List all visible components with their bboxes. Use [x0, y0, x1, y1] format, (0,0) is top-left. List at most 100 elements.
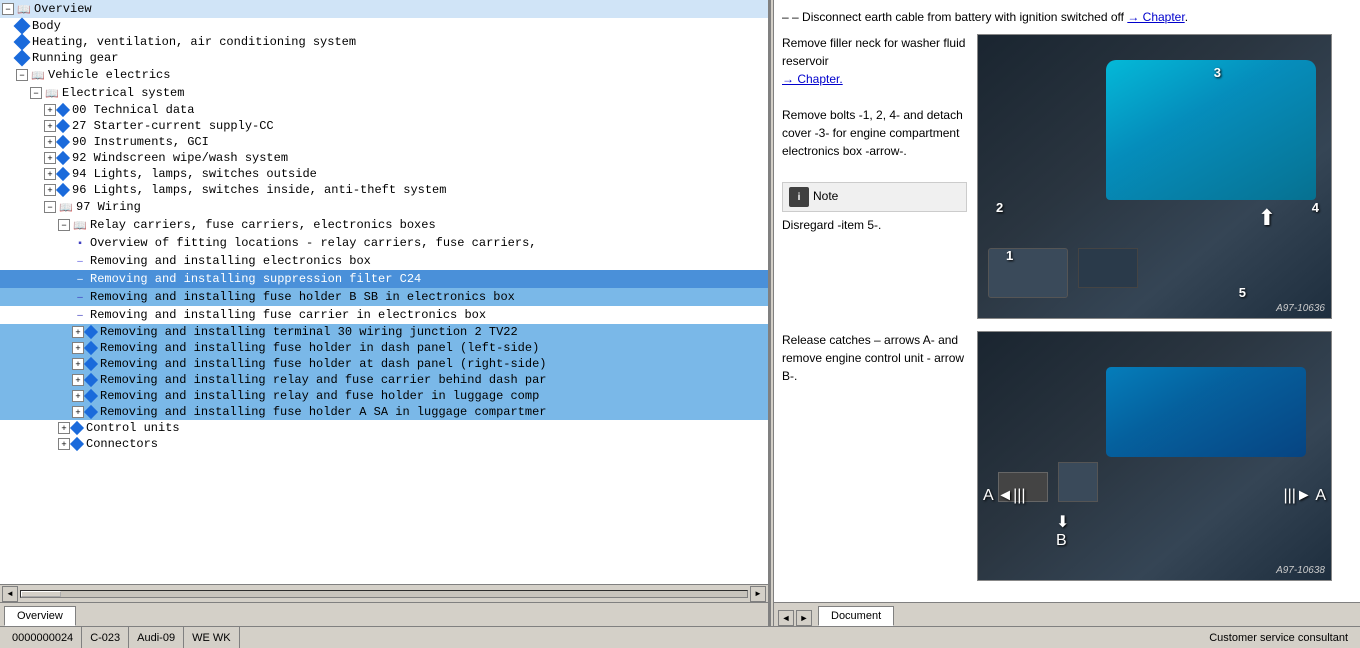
item-text: Vehicle electrics	[48, 68, 170, 82]
book-icon-overview: 📖	[16, 1, 32, 17]
tree-item-relay-luggage[interactable]: + Removing and installing relay and fuse…	[0, 388, 768, 404]
diamond-fuse-a-sa	[84, 405, 98, 419]
chapter-link-2[interactable]: → Chapter.	[782, 72, 843, 86]
label-1: 1	[1006, 248, 1013, 263]
tree-item-relay[interactable]: − 📖 Relay carriers, fuse carriers, elect…	[0, 216, 768, 234]
tree-item-97[interactable]: − 📖 97 Wiring	[0, 198, 768, 216]
tree-item-control-units[interactable]: + Control units	[0, 420, 768, 436]
tree-item-fuse-dash-left[interactable]: + Removing and installing fuse holder in…	[0, 340, 768, 356]
expand-27[interactable]: +	[44, 120, 56, 132]
item-text: Removing and installing fuse holder A SA…	[100, 405, 546, 419]
expand-fuse-a-sa[interactable]: +	[72, 406, 84, 418]
diamond-icon-27	[56, 119, 70, 133]
diamond-icon-hvac	[14, 34, 31, 51]
tree-item-96[interactable]: + 96 Lights, lamps, switches inside, ant…	[0, 182, 768, 198]
expand-relay-luggage[interactable]: +	[72, 390, 84, 402]
nav-prev-btn[interactable]: ◄	[778, 610, 794, 626]
page-icon-2: –	[72, 253, 88, 269]
filler-neck-text: Remove filler neck for washer fluid rese…	[782, 34, 967, 70]
tree-item-fuse-dash-right[interactable]: + Removing and installing fuse holder at…	[0, 356, 768, 372]
left-bottom-scrollbar[interactable]: ◄ ►	[0, 584, 768, 602]
tree-item-relay-dash[interactable]: + Removing and installing relay and fuse…	[0, 372, 768, 388]
tree-item-overview[interactable]: − 📖 Overview	[0, 0, 768, 18]
status-segment-audi: Audi-09	[129, 627, 184, 648]
expand-elec-sys[interactable]: −	[30, 87, 42, 99]
left-panel: − 📖 Overview Body Heating, ventilation, …	[0, 0, 770, 626]
diamond-icon-90	[56, 135, 70, 149]
disregard-text: Disregard -item 5-.	[782, 216, 967, 234]
item-text: 96 Lights, lamps, switches inside, anti-…	[72, 183, 446, 197]
tree-item-running[interactable]: Running gear	[0, 50, 768, 66]
content-area: − 📖 Overview Body Heating, ventilation, …	[0, 0, 1360, 626]
tree-item-elec-box[interactable]: – Removing and installing electronics bo…	[0, 252, 768, 270]
expand-fuse-dash-left[interactable]: +	[72, 342, 84, 354]
tree-item-body[interactable]: Body	[0, 18, 768, 34]
tree-item-fuse-carrier[interactable]: – Removing and installing fuse carrier i…	[0, 306, 768, 324]
tab-overview-label: Overview	[17, 610, 63, 622]
expand-96[interactable]: +	[44, 184, 56, 196]
tree-item-92[interactable]: + 92 Windscreen wipe/wash system	[0, 150, 768, 166]
expand-fuse-dash-right[interactable]: +	[72, 358, 84, 370]
tree-item-overview-fitting[interactable]: ▪ Overview of fitting locations - relay …	[0, 234, 768, 252]
book-icon-relay: 📖	[72, 217, 88, 233]
chapter-link-1[interactable]: → Chapter	[1127, 10, 1184, 24]
item-text: Running gear	[32, 51, 118, 65]
tree-item-27[interactable]: + 27 Starter-current supply-CC	[0, 118, 768, 134]
nav-next-btn[interactable]: ►	[796, 610, 812, 626]
diamond-icon-00	[56, 103, 70, 117]
tree-content[interactable]: − 📖 Overview Body Heating, ventilation, …	[0, 0, 768, 584]
car-image-2-container: A ◄||| |||► A ⬇B A97-10638	[977, 331, 1352, 581]
item-text: Removing and installing relay and fuse h…	[100, 389, 539, 403]
arrow-a-left: A ◄|||	[983, 487, 1026, 505]
item-text: Overview of fitting locations - relay ca…	[90, 236, 536, 250]
expand-relay-dash[interactable]: +	[72, 374, 84, 386]
expand-terminal30[interactable]: +	[72, 326, 84, 338]
item-text: 90 Instruments, GCI	[72, 135, 209, 149]
tree-item-fuse-sb[interactable]: – Removing and installing fuse holder B …	[0, 288, 768, 306]
expand-97[interactable]: −	[44, 201, 56, 213]
expand-vehicle-elec[interactable]: −	[16, 69, 28, 81]
bolts-text: Remove bolts -1, 2, 4- and detach cover …	[782, 106, 967, 160]
item-text: 92 Windscreen wipe/wash system	[72, 151, 288, 165]
expand-overview[interactable]: −	[2, 3, 14, 15]
expand-00[interactable]: +	[44, 104, 56, 116]
scroll-thumb	[21, 591, 61, 597]
page-icon-4: –	[72, 289, 88, 305]
tree-item-terminal30[interactable]: + Removing and installing terminal 30 wi…	[0, 324, 768, 340]
tree-item-90[interactable]: + 90 Instruments, GCI	[0, 134, 768, 150]
scroll-right-btn[interactable]: ►	[750, 586, 766, 602]
tree-item-94[interactable]: + 94 Lights, lamps, switches outside	[0, 166, 768, 182]
expand-92[interactable]: +	[44, 152, 56, 164]
label-5: 5	[1239, 285, 1246, 300]
item-text: Removing and installing suppression filt…	[90, 272, 421, 286]
status-segment-middle: C-023	[82, 627, 129, 648]
instruction-text-1: Remove filler neck for washer fluid rese…	[782, 34, 967, 319]
diamond-terminal30	[84, 325, 98, 339]
tab-document[interactable]: Document	[818, 606, 894, 626]
tab-document-label: Document	[831, 610, 881, 622]
tree-item-elec-sys[interactable]: − 📖 Electrical system	[0, 84, 768, 102]
tree-item-hvac[interactable]: Heating, ventilation, air conditioning s…	[0, 34, 768, 50]
label-2: 2	[996, 200, 1003, 215]
diamond-relay-dash	[84, 373, 98, 387]
diamond-icon-body	[14, 18, 31, 35]
tree-item-fuse-a-sa[interactable]: + Removing and installing fuse holder A …	[0, 404, 768, 420]
item-text: 00 Technical data	[72, 103, 194, 117]
scroll-left-btn[interactable]: ◄	[2, 586, 18, 602]
expand-94[interactable]: +	[44, 168, 56, 180]
expand-90[interactable]: +	[44, 136, 56, 148]
expand-control-units[interactable]: +	[58, 422, 70, 434]
tree-item-vehicle-elec[interactable]: − 📖 Vehicle electrics	[0, 66, 768, 84]
tree-item-00[interactable]: + 00 Technical data	[0, 102, 768, 118]
diamond-control-units	[70, 421, 84, 435]
right-nav-btns: ◄ ►	[778, 610, 818, 626]
tab-overview[interactable]: Overview	[4, 606, 76, 626]
item-text: Relay carriers, fuse carriers, electroni…	[90, 218, 436, 232]
expand-connectors[interactable]: +	[58, 438, 70, 450]
right-content[interactable]: – – Disconnect earth cable from battery …	[774, 0, 1360, 602]
expand-relay[interactable]: −	[58, 219, 70, 231]
tree-item-connectors[interactable]: + Connectors	[0, 436, 768, 452]
release-catches-text: Release catches – arrows A- and remove e…	[782, 331, 967, 385]
tree-item-suppression[interactable]: – Removing and installing suppression fi…	[0, 270, 768, 288]
status-segment-code: 0000000024	[4, 627, 82, 648]
